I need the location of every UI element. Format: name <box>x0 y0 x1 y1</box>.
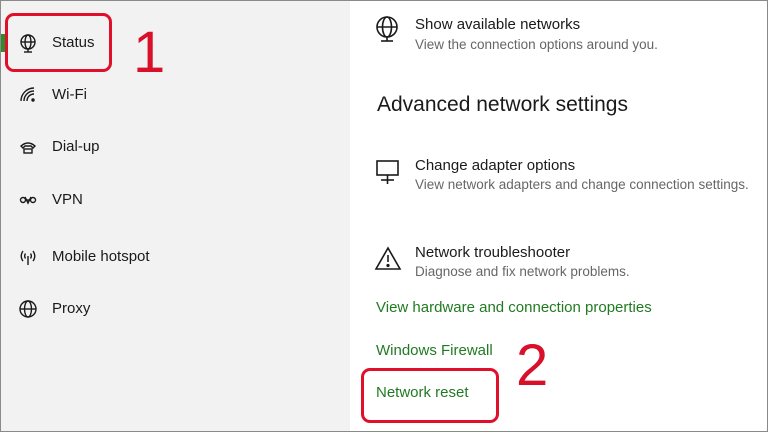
sidebar-item-label: Mobile hotspot <box>52 248 150 265</box>
annotation-highlight-2 <box>361 368 499 423</box>
annotation-highlight-1 <box>5 13 112 72</box>
windows-firewall-link[interactable]: Windows Firewall <box>376 342 493 359</box>
globe-icon <box>18 299 38 319</box>
sidebar-item-mobile-hotspot[interactable]: Mobile hotspot <box>1 237 301 277</box>
globe-icon <box>374 15 404 45</box>
sidebar-item-dialup[interactable]: Dial-up <box>1 127 301 167</box>
sidebar-item-vpn[interactable]: VPN <box>1 180 301 220</box>
monitor-icon <box>374 158 404 188</box>
hotspot-icon <box>18 247 38 267</box>
troubleshooter-title[interactable]: Network troubleshooter <box>415 244 570 261</box>
sidebar-item-label: Dial-up <box>52 138 100 155</box>
main-content: Show available networks View the connect… <box>350 1 766 431</box>
change-adapter-desc: View network adapters and change connect… <box>415 177 749 192</box>
wifi-icon <box>18 85 38 105</box>
annotation-number-2: 2 <box>516 333 549 398</box>
vpn-icon <box>18 190 38 210</box>
change-adapter-title[interactable]: Change adapter options <box>415 157 575 174</box>
sidebar-item-label: Wi-Fi <box>52 86 87 103</box>
section-heading: Advanced network settings <box>377 93 628 116</box>
phone-icon <box>18 137 38 157</box>
hardware-properties-link[interactable]: View hardware and connection properties <box>376 299 652 316</box>
sidebar-item-label: Proxy <box>52 300 91 317</box>
sidebar-item-label: VPN <box>52 191 83 208</box>
show-networks-title[interactable]: Show available networks <box>415 16 580 33</box>
annotation-number-1: 1 <box>133 20 166 85</box>
show-networks-desc: View the connection options around you. <box>415 37 658 52</box>
warning-icon <box>374 245 404 275</box>
troubleshooter-desc: Diagnose and fix network problems. <box>415 264 630 279</box>
sidebar-item-proxy[interactable]: Proxy <box>1 289 301 329</box>
